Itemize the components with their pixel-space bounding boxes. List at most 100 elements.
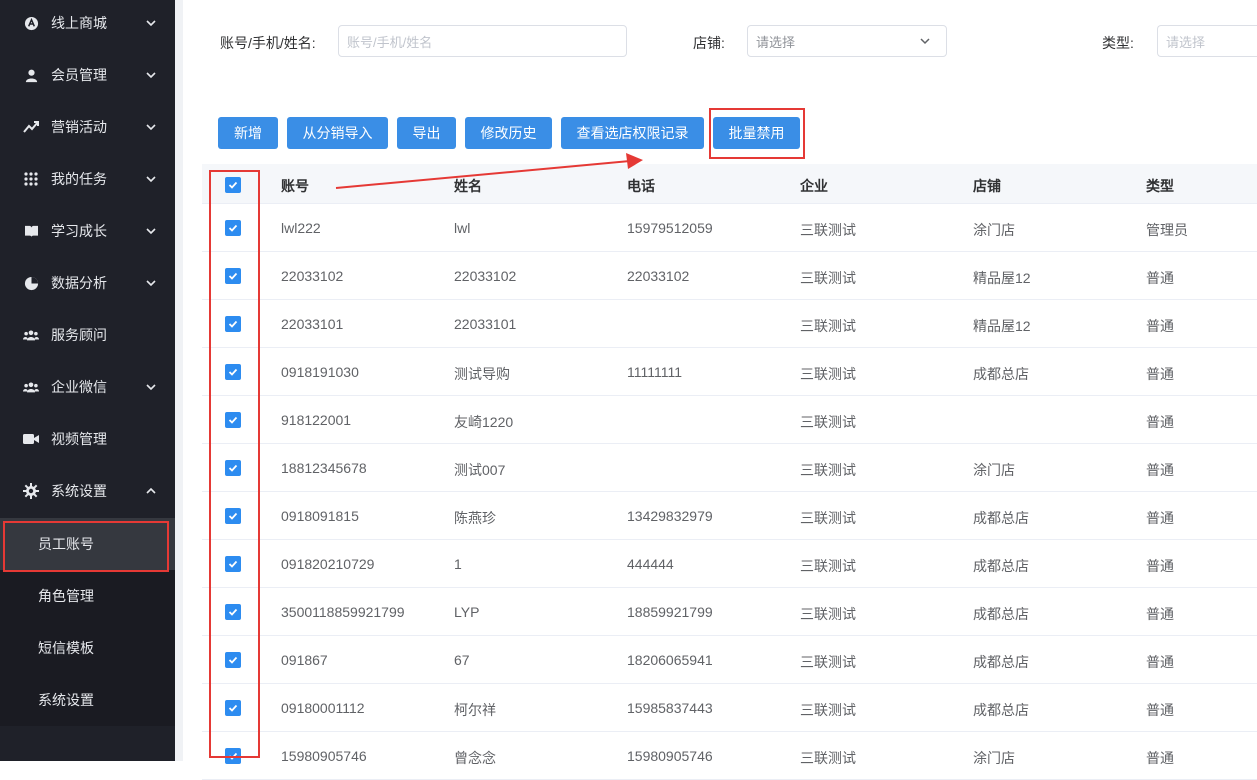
cell-account: 22033101 — [281, 316, 344, 332]
cell-name: 曾念念 — [454, 750, 496, 766]
cell-company: 三联测试 — [800, 318, 856, 334]
menu-item-tasks[interactable]: 我的任务 — [0, 153, 175, 205]
table-header: 账号 姓名 电话 企业 店铺 类型 — [202, 164, 1257, 204]
check-icon — [228, 181, 238, 189]
check-icon — [228, 320, 238, 328]
cell-type: 普通 — [1146, 270, 1174, 286]
menu-item-marketing[interactable]: 营销活动 — [0, 101, 175, 153]
header-company[interactable]: 企业 — [800, 176, 828, 196]
table-row[interactable]: 091820210729 1 444444 三联测试 成都总店 普通 — [202, 540, 1257, 588]
batch-disable-button[interactable]: 批量禁用 — [713, 117, 800, 149]
cell-store: 涂门店 — [973, 750, 1015, 766]
check-icon — [228, 224, 238, 232]
cell-type: 普通 — [1146, 318, 1174, 334]
menu-label: 我的任务 — [51, 171, 107, 187]
menu-item-enterprise-wechat[interactable]: 企业微信 — [0, 361, 175, 413]
store-permission-records-button[interactable]: 查看选店权限记录 — [561, 117, 704, 149]
menu-item-service-advisor[interactable]: 服务顾问 — [0, 309, 175, 361]
menu-label: 营销活动 — [51, 119, 107, 135]
header-account[interactable]: 账号 — [281, 176, 309, 196]
row-checkbox[interactable] — [225, 364, 241, 380]
cell-company: 三联测试 — [800, 462, 856, 478]
check-icon — [228, 272, 238, 280]
cell-name: 22033101 — [454, 316, 517, 332]
row-checkbox[interactable] — [225, 412, 241, 428]
chevron-down-icon — [146, 20, 156, 27]
group-icon — [23, 327, 39, 343]
cell-phone: 11111111 — [627, 364, 683, 380]
row-checkbox[interactable] — [225, 268, 241, 284]
add-button[interactable]: 新增 — [218, 117, 278, 149]
row-checkbox[interactable] — [225, 220, 241, 236]
submenu-item-staff-accounts[interactable]: 员工账号 — [0, 518, 175, 570]
row-checkbox[interactable] — [225, 460, 241, 476]
storefront-icon — [23, 15, 39, 31]
header-store[interactable]: 店铺 — [973, 176, 1001, 196]
table-row[interactable]: 22033102 22033102 22033102 三联测试 精品屋12 普通 — [202, 252, 1257, 300]
menu-label: 数据分析 — [51, 275, 107, 291]
menu-label: 系统设置 — [51, 483, 107, 499]
menu-label: 学习成长 — [51, 223, 107, 239]
menu-item-online-mall[interactable]: 线上商城 — [0, 0, 175, 49]
group-icon — [23, 379, 39, 395]
submenu-item-sms-templates[interactable]: 短信模板 — [0, 622, 175, 674]
submenu-label: 员工账号 — [38, 536, 94, 552]
import-from-distribution-button[interactable]: 从分销导入 — [287, 117, 388, 149]
user-icon — [23, 67, 39, 83]
cell-type: 普通 — [1146, 414, 1174, 430]
submenu-item-role-management[interactable]: 角色管理 — [0, 570, 175, 622]
row-checkbox[interactable] — [225, 652, 241, 668]
cell-company: 三联测试 — [800, 654, 856, 670]
check-icon — [228, 416, 238, 424]
header-name[interactable]: 姓名 — [454, 176, 482, 196]
table-row[interactable]: lwl222 lwl 15979512059 三联测试 涂门店 管理员 — [202, 204, 1257, 252]
row-checkbox[interactable] — [225, 316, 241, 332]
table-row[interactable]: 18812345678 测试007 三联测试 涂门店 普通 — [202, 444, 1257, 492]
cell-type: 普通 — [1146, 558, 1174, 574]
table-row[interactable]: 09180001112 柯尔祥 15985837443 三联测试 成都总店 普通 — [202, 684, 1257, 732]
menu-item-video[interactable]: 视频管理 — [0, 413, 175, 465]
check-icon — [228, 608, 238, 616]
cell-store: 涂门店 — [973, 462, 1015, 478]
header-type[interactable]: 类型 — [1146, 176, 1174, 196]
cell-phone: 15979512059 — [627, 220, 713, 236]
table-row[interactable]: 918122001 友崎1220 三联测试 普通 — [202, 396, 1257, 444]
sidebar: 线上商城 会员管理 营销活动 我的任务 学习成长 数据分析 服务顾问 企业微信 … — [0, 0, 175, 761]
menu-item-system-settings[interactable]: 系统设置 — [0, 465, 175, 517]
table-row[interactable]: 3500118859921799 LYP 18859921799 三联测试 成都总店 普通 — [202, 588, 1257, 636]
menu-item-analytics[interactable]: 数据分析 — [0, 257, 175, 309]
row-checkbox[interactable] — [225, 700, 241, 716]
cell-name: 柯尔祥 — [454, 702, 496, 718]
table-row[interactable]: 091867 67 18206065941 三联测试 成都总店 普通 — [202, 636, 1257, 684]
select-all-checkbox[interactable] — [225, 177, 241, 193]
edit-history-button[interactable]: 修改历史 — [465, 117, 552, 149]
row-checkbox[interactable] — [225, 604, 241, 620]
row-checkbox[interactable] — [225, 556, 241, 572]
cell-store: 精品屋12 — [973, 318, 1031, 334]
table-row[interactable]: 0918091815 陈燕珍 13429832979 三联测试 成都总店 普通 — [202, 492, 1257, 540]
table-row[interactable]: 15980905746 曾念念 15980905746 三联测试 涂门店 普通 — [202, 732, 1257, 780]
chevron-down-icon — [146, 72, 156, 79]
export-button[interactable]: 导出 — [397, 117, 456, 149]
menu-label: 企业微信 — [51, 379, 107, 395]
cell-phone: 22033102 — [627, 268, 690, 284]
cell-name: LYP — [454, 604, 480, 620]
menu-label: 服务顾问 — [51, 327, 107, 343]
submenu-item-system-settings[interactable]: 系统设置 — [0, 674, 175, 726]
row-checkbox[interactable] — [225, 508, 241, 524]
table-row[interactable]: 0918191030 测试导购 11111111 三联测试 成都总店 普通 — [202, 348, 1257, 396]
check-icon — [228, 464, 238, 472]
menu-item-learning[interactable]: 学习成长 — [0, 205, 175, 257]
store-select[interactable]: 请选择 — [747, 25, 947, 57]
row-checkbox[interactable] — [225, 748, 241, 764]
cell-name: 友崎1220 — [454, 414, 514, 430]
submenu-label: 系统设置 — [38, 692, 94, 708]
type-select-placeholder: 请选择 — [1166, 34, 1206, 50]
table-row[interactable]: 22033101 22033101 三联测试 精品屋12 普通 — [202, 300, 1257, 348]
cell-phone: 13429832979 — [627, 508, 713, 524]
type-select[interactable]: 请选择 — [1157, 25, 1257, 57]
cell-name: lwl — [454, 220, 471, 236]
header-phone[interactable]: 电话 — [627, 176, 655, 196]
menu-item-members[interactable]: 会员管理 — [0, 49, 175, 101]
account-search-input[interactable]: 账号/手机/姓名 — [338, 25, 627, 57]
